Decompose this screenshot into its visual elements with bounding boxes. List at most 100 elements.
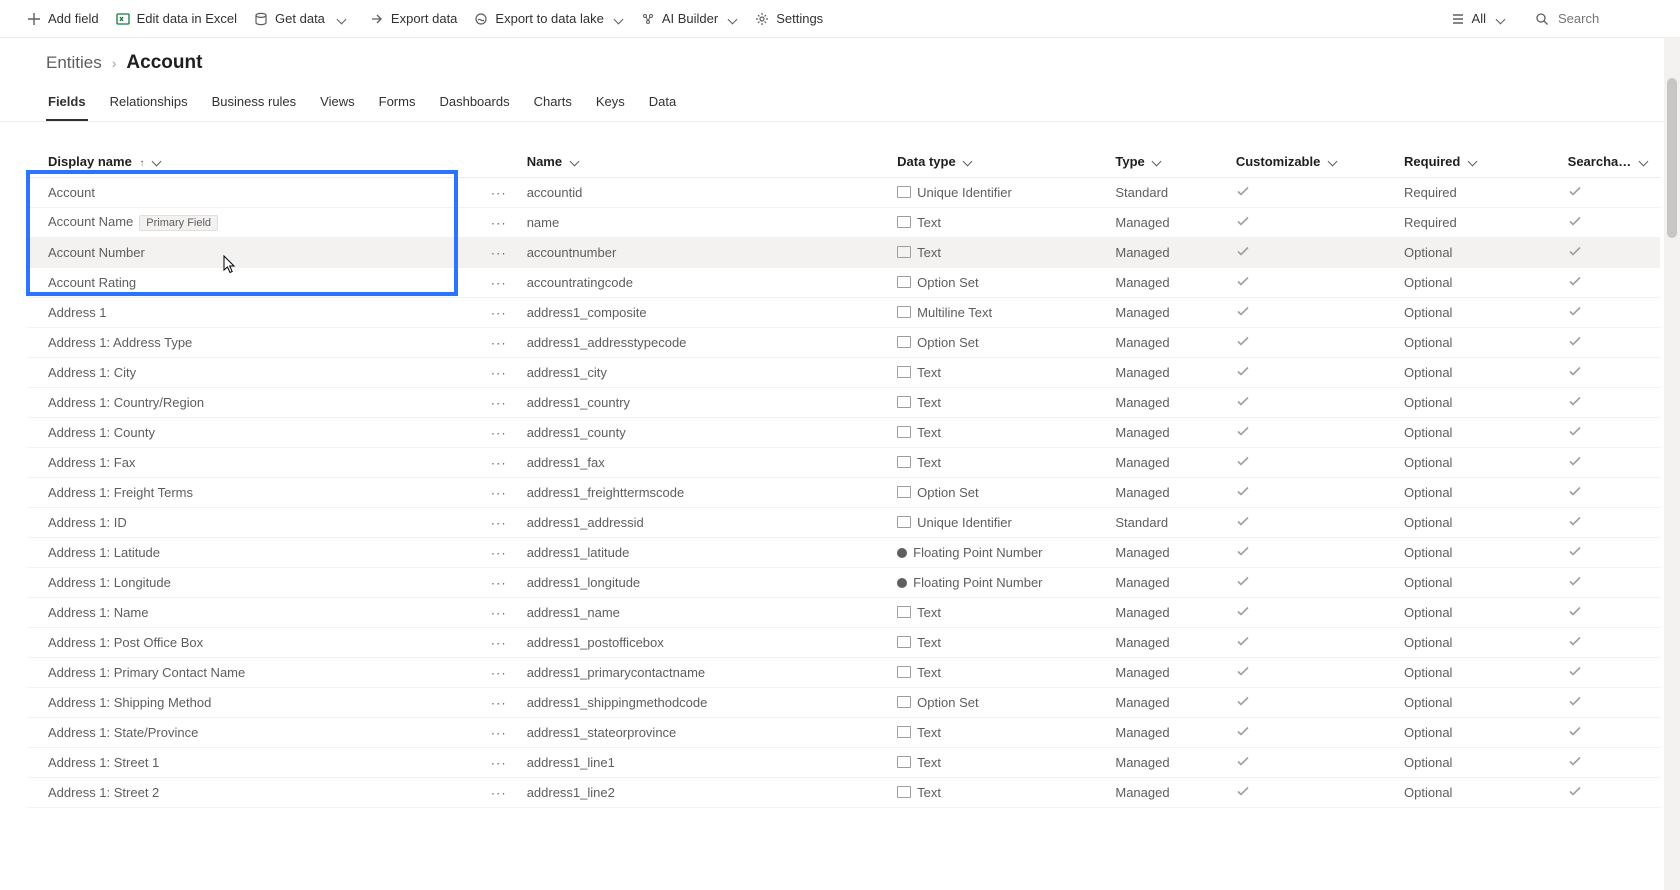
col-required[interactable]: Required <box>1394 146 1558 178</box>
settings-button[interactable]: Settings <box>746 3 831 35</box>
view-filter-button[interactable]: All <box>1442 3 1514 35</box>
ai-builder-label: AI Builder <box>662 11 718 26</box>
table-row[interactable]: Address 1: Shipping Method···address1_sh… <box>28 688 1660 718</box>
row-more-button[interactable]: ··· <box>491 455 507 470</box>
get-data-button[interactable]: Get data <box>245 3 333 35</box>
cell-display-name[interactable]: Address 1: Latitude··· <box>28 538 517 568</box>
table-row[interactable]: Address 1: Country/Region···address1_cou… <box>28 388 1660 418</box>
tab-keys[interactable]: Keys <box>594 88 627 121</box>
table-row[interactable]: Address 1: Post Office Box···address1_po… <box>28 628 1660 658</box>
row-more-button[interactable]: ··· <box>491 725 507 740</box>
col-customizable[interactable]: Customizable <box>1226 146 1394 178</box>
export-data-button[interactable]: Export data <box>361 3 466 35</box>
cell-display-name[interactable]: Address 1··· <box>28 298 517 328</box>
col-data-type[interactable]: Data type <box>887 146 1105 178</box>
cell-searchable <box>1558 268 1660 298</box>
table-row[interactable]: Address 1: Longitude···address1_longitud… <box>28 568 1660 598</box>
row-more-button[interactable]: ··· <box>491 515 507 530</box>
search-input[interactable] <box>1556 10 1656 27</box>
table-row[interactable]: Address 1: Street 1···address1_line1Text… <box>28 748 1660 778</box>
tab-data[interactable]: Data <box>647 88 678 121</box>
table-row[interactable]: Address 1: ID···address1_addressidUnique… <box>28 508 1660 538</box>
tab-business_rules[interactable]: Business rules <box>210 88 299 121</box>
table-row[interactable]: Address 1: Fax···address1_faxTextManaged… <box>28 448 1660 478</box>
col-name[interactable]: Name <box>517 146 887 178</box>
ai-builder-button[interactable]: AI Builder <box>632 3 746 35</box>
cell-display-name[interactable]: Address 1: State/Province··· <box>28 718 517 748</box>
cell-display-name[interactable]: Account Rating··· <box>28 268 517 298</box>
row-more-button[interactable]: ··· <box>491 275 507 290</box>
cell-display-name[interactable]: Address 1: ID··· <box>28 508 517 538</box>
cell-display-name[interactable]: Address 1: County··· <box>28 418 517 448</box>
row-more-button[interactable]: ··· <box>491 185 507 200</box>
tab-dashboards[interactable]: Dashboards <box>437 88 511 121</box>
table-row[interactable]: Address 1: Street 2···address1_line2Text… <box>28 778 1660 808</box>
cell-display-name[interactable]: Address 1: Longitude··· <box>28 568 517 598</box>
breadcrumb-parent[interactable]: Entities <box>46 53 102 73</box>
row-more-button[interactable]: ··· <box>491 395 507 410</box>
table-row[interactable]: Account Number···accountnumberTextManage… <box>28 238 1660 268</box>
tab-charts[interactable]: Charts <box>532 88 574 121</box>
table-row[interactable]: Address 1: Freight Terms···address1_frei… <box>28 478 1660 508</box>
row-more-button[interactable]: ··· <box>491 665 507 680</box>
tab-relationships[interactable]: Relationships <box>108 88 190 121</box>
table-row[interactable]: Account NamePrimary Field···nameTextMana… <box>28 208 1660 238</box>
cell-display-name[interactable]: Account··· <box>28 178 517 208</box>
table-row[interactable]: Address 1: Address Type···address1_addre… <box>28 328 1660 358</box>
field-type-icon <box>897 186 911 198</box>
table-row[interactable]: Address 1···address1_compositeMultiline … <box>28 298 1660 328</box>
col-searchable-label: Searcha… <box>1568 154 1632 169</box>
table-row[interactable]: Address 1: Primary Contact Name···addres… <box>28 658 1660 688</box>
cell-display-name[interactable]: Address 1: Address Type··· <box>28 328 517 358</box>
table-row[interactable]: Account···accountidUnique IdentifierStan… <box>28 178 1660 208</box>
tab-fields[interactable]: Fields <box>46 88 88 121</box>
cell-display-name[interactable]: Address 1: Fax··· <box>28 448 517 478</box>
row-more-button[interactable]: ··· <box>491 245 507 260</box>
cell-display-name[interactable]: Address 1: Post Office Box··· <box>28 628 517 658</box>
lake-icon <box>473 11 489 27</box>
row-more-button[interactable]: ··· <box>491 215 507 230</box>
row-more-button[interactable]: ··· <box>491 755 507 770</box>
row-more-button[interactable]: ··· <box>491 365 507 380</box>
tab-forms[interactable]: Forms <box>377 88 418 121</box>
col-display-name[interactable]: Display name ↑ <box>28 146 517 178</box>
search-box[interactable] <box>1528 10 1662 27</box>
row-more-button[interactable]: ··· <box>491 545 507 560</box>
scrollbar-thumb[interactable] <box>1667 78 1677 238</box>
export-lake-button[interactable]: Export to data lake <box>465 3 631 35</box>
cell-display-name[interactable]: Address 1: Freight Terms··· <box>28 478 517 508</box>
cell-display-name[interactable]: Address 1: City··· <box>28 358 517 388</box>
table-row[interactable]: Address 1: Name···address1_nameTextManag… <box>28 598 1660 628</box>
row-more-button[interactable]: ··· <box>491 785 507 800</box>
cell-type: Managed <box>1105 388 1225 418</box>
table-row[interactable]: Account Rating···accountratingcodeOption… <box>28 268 1660 298</box>
row-more-button[interactable]: ··· <box>491 695 507 710</box>
row-more-button[interactable]: ··· <box>491 335 507 350</box>
table-row[interactable]: Address 1: Latitude···address1_latitudeF… <box>28 538 1660 568</box>
cell-display-name[interactable]: Address 1: Primary Contact Name··· <box>28 658 517 688</box>
table-row[interactable]: Address 1: County···address1_countyTextM… <box>28 418 1660 448</box>
row-more-button[interactable]: ··· <box>491 425 507 440</box>
cell-display-name[interactable]: Account NamePrimary Field··· <box>28 208 517 238</box>
get-data-chevron[interactable] <box>333 3 351 35</box>
row-more-button[interactable]: ··· <box>491 485 507 500</box>
cell-display-name[interactable]: Address 1: Street 2··· <box>28 778 517 808</box>
cell-display-name[interactable]: Account Number··· <box>28 238 517 268</box>
add-field-button[interactable]: Add field <box>18 3 107 35</box>
table-row[interactable]: Address 1: State/Province···address1_sta… <box>28 718 1660 748</box>
table-row[interactable]: Address 1: City···address1_cityTextManag… <box>28 358 1660 388</box>
row-more-button[interactable]: ··· <box>491 305 507 320</box>
edit-excel-button[interactable]: Edit data in Excel <box>107 3 245 35</box>
row-more-button[interactable]: ··· <box>491 575 507 590</box>
fields-table: Display name ↑ Name Data type Type <box>28 146 1660 808</box>
cell-display-name[interactable]: Address 1: Shipping Method··· <box>28 688 517 718</box>
cell-display-name[interactable]: Address 1: Street 1··· <box>28 748 517 778</box>
row-more-button[interactable]: ··· <box>491 635 507 650</box>
cell-display-name[interactable]: Address 1: Name··· <box>28 598 517 628</box>
cell-display-name[interactable]: Address 1: Country/Region··· <box>28 388 517 418</box>
vertical-scrollbar[interactable] <box>1664 38 1680 890</box>
col-type[interactable]: Type <box>1105 146 1225 178</box>
col-searchable[interactable]: Searcha… <box>1558 146 1660 178</box>
tab-views[interactable]: Views <box>318 88 356 121</box>
row-more-button[interactable]: ··· <box>491 605 507 620</box>
